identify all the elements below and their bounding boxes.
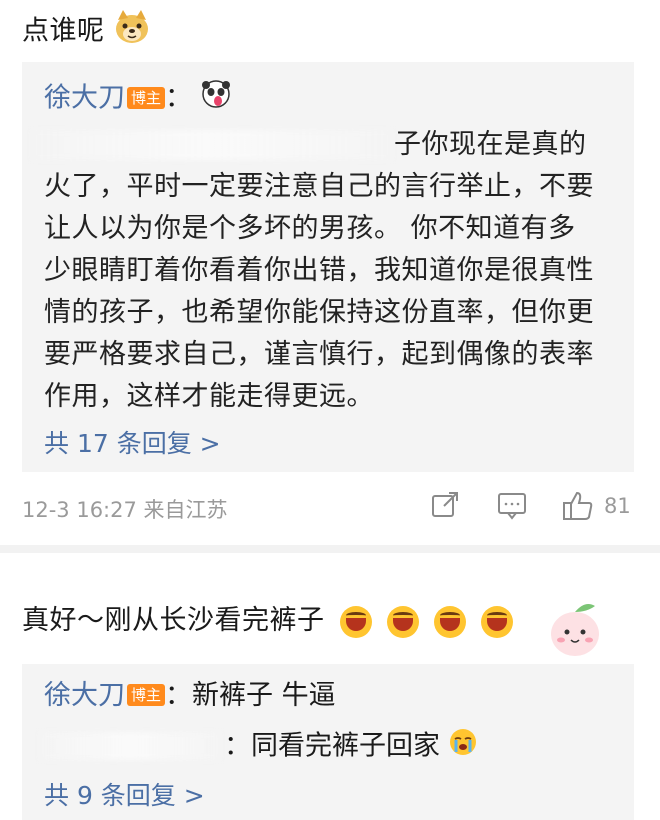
laughing-icon [480,605,513,638]
comment-2-text-row: 真好～刚从长沙看完裤子 [22,603,513,639]
share-icon[interactable] [430,490,460,525]
reply-author[interactable]: 徐大刀 [44,680,125,711]
reply-text: ：同看完裤子回家 [224,730,440,762]
peach-sticker-icon [545,598,605,664]
reply-row-1: 徐大刀 博主 ：新裤子 牛逼 [44,678,336,714]
reply-colon: ： [165,82,193,114]
comment-time: 12-3 16:27 来自江苏 [22,498,228,522]
reply-body-line: 作用，这样才能走得更远。 [44,381,374,412]
reply-body-line: 情的孩子，也希望你能保持这份直率，但你更 [44,297,594,328]
reply-row-2: ：同看完裤子回家 [224,728,477,766]
comment-1-text: 点谁呢 [22,15,105,47]
reply-author[interactable]: 徐大刀 [44,83,125,114]
reply-body-line: 要严格要求自己，谨言慎行，起到偶像的表率 [44,339,594,370]
laughing-icon [433,605,466,638]
doge-icon [114,10,150,54]
reply-body-line: 子你现在是真的 [394,129,587,160]
crying-face-icon [449,728,477,766]
comment-1-footer: 12-3 16:27 来自江苏 81 [22,490,634,526]
comment-icon[interactable] [497,490,527,525]
view-replies-link-1[interactable]: 共 17 条回复 > [44,424,221,460]
reply-box-2: 徐大刀 博主 ：新裤子 牛逼 ：同看完裤子回家 共 9 条回复 > [22,664,634,820]
reply-body: 子你现在是真的 火了，平时一定要注意自己的言行举止，不要 让人以为你是个多坏的男… [44,124,634,418]
comment-1-text-row: 点谁呢 [22,10,150,54]
laughing-icon [339,605,372,638]
thumbs-up-icon[interactable] [562,490,594,527]
reply-author-row: 徐大刀 博主： [44,79,231,119]
view-replies-link-2[interactable]: 共 9 条回复 > [44,776,205,812]
comment-divider [0,545,660,553]
like-count: 81 [604,494,631,518]
blogger-badge: 博主 [127,684,166,706]
blogger-badge: 博主 [127,86,166,109]
reply-body-line: 火了，平时一定要注意自己的言行举止，不要 [44,171,594,202]
reply-body-line: 少眼睛盯着你看着你出错，我知道你是很真性 [44,255,594,286]
reply-box-1: 徐大刀 博主： 子你现在是真的 火了，平时一定要注意自己的言行举止，不要 让人以为… [22,62,634,472]
reply-text: ：新裤子 牛逼 [165,680,336,711]
panda-tongue-icon [201,79,231,119]
blurred-username [40,732,220,760]
laughing-icon [386,605,419,638]
reply-body-line: 让人以为你是个多坏的男孩。 你不知道有多 [44,213,576,244]
comment-2-text: 真好～刚从长沙看完裤子 [22,605,325,636]
